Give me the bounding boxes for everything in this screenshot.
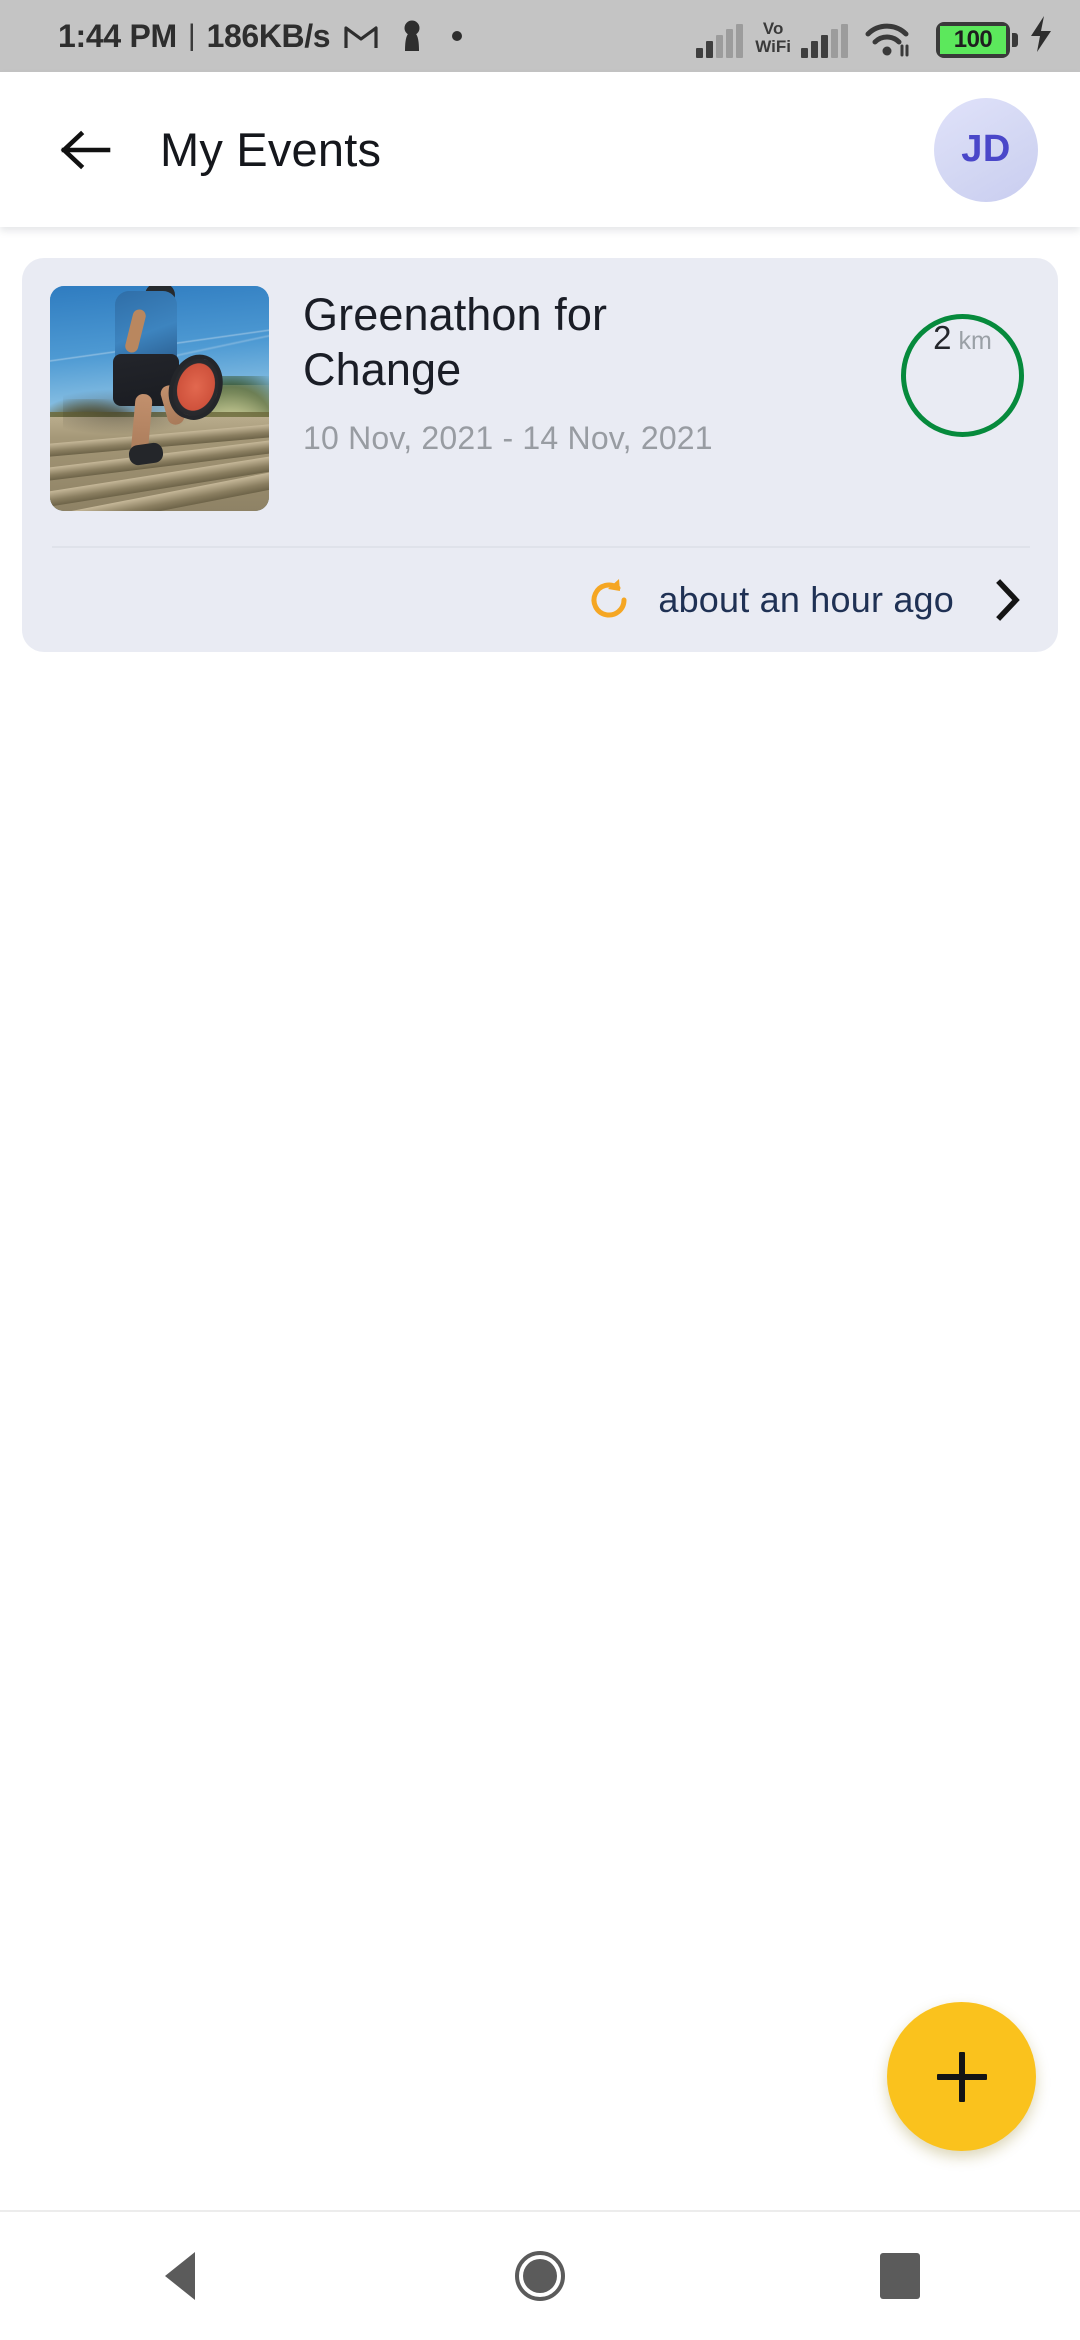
status-bar-right: Vo WiFi 100 bbox=[696, 15, 1054, 58]
nav-recents-button[interactable] bbox=[720, 2212, 1080, 2340]
app-screen: 1:44 PM | 186KB/s Vo WiFi 100 My Events … bbox=[0, 0, 1080, 2340]
event-date-range: 10 Nov, 2021 - 14 Nov, 2021 bbox=[303, 419, 713, 456]
battery-cap bbox=[1012, 32, 1018, 47]
person-icon bbox=[400, 20, 424, 52]
nav-home-circle-icon bbox=[515, 2251, 565, 2301]
plus-icon bbox=[936, 2051, 987, 2102]
status-bar-separator: | bbox=[187, 19, 196, 52]
add-event-fab[interactable] bbox=[887, 2002, 1036, 2151]
event-sync-row[interactable]: about an hour ago bbox=[22, 548, 1058, 652]
event-card[interactable]: Greenathon for Change 10 Nov, 2021 - 14 … bbox=[22, 258, 1058, 652]
battery-body: 100 bbox=[936, 21, 1010, 58]
distance-value: 2 bbox=[933, 319, 952, 356]
nav-home-button[interactable] bbox=[360, 2212, 720, 2340]
gmail-icon bbox=[344, 23, 378, 50]
app-bar: My Events JD bbox=[0, 72, 1080, 227]
charging-bolt-icon bbox=[1028, 15, 1054, 58]
dot-icon bbox=[452, 31, 463, 41]
volte-label-line2: WiFi bbox=[755, 36, 791, 56]
event-thumbnail bbox=[50, 286, 269, 511]
battery-percent: 100 bbox=[940, 25, 1006, 54]
wifi-icon bbox=[864, 21, 910, 57]
battery-icon: 100 bbox=[936, 21, 1018, 58]
nav-back-triangle-icon bbox=[165, 2252, 195, 2300]
status-bar-left: 1:44 PM | 186KB/s bbox=[58, 17, 463, 55]
event-details: Greenathon for Change 10 Nov, 2021 - 14 … bbox=[269, 286, 901, 511]
distance-ring: 2 km bbox=[901, 314, 1024, 437]
page-title: My Events bbox=[160, 123, 382, 176]
avatar-initials: JD bbox=[961, 128, 1011, 170]
distance-unit: km bbox=[958, 327, 992, 355]
avatar[interactable]: JD bbox=[934, 97, 1038, 202]
event-card-main: Greenathon for Change 10 Nov, 2021 - 14 … bbox=[22, 258, 1058, 511]
volte-label-line1: Vo bbox=[762, 18, 784, 38]
nav-back-button[interactable] bbox=[0, 2212, 360, 2340]
status-bar-network-speed: 186KB/s bbox=[206, 17, 331, 54]
volte-wifi-label: Vo WiFi bbox=[755, 18, 791, 56]
status-bar-clock: 1:44 PM bbox=[58, 17, 177, 54]
arrow-left-icon bbox=[60, 130, 111, 169]
back-button[interactable] bbox=[48, 113, 122, 187]
signal-bars-icon-2 bbox=[801, 23, 848, 58]
status-bar: 1:44 PM | 186KB/s Vo WiFi 100 bbox=[0, 0, 1080, 72]
chevron-right-icon[interactable] bbox=[992, 577, 1022, 623]
last-synced-label: about an hour ago bbox=[658, 579, 954, 620]
signal-bars-icon bbox=[696, 23, 744, 58]
refresh-icon[interactable] bbox=[586, 577, 632, 623]
nav-recents-square-icon bbox=[880, 2253, 920, 2299]
event-title: Greenathon for Change bbox=[303, 289, 608, 395]
system-nav-bar bbox=[0, 2212, 1080, 2340]
